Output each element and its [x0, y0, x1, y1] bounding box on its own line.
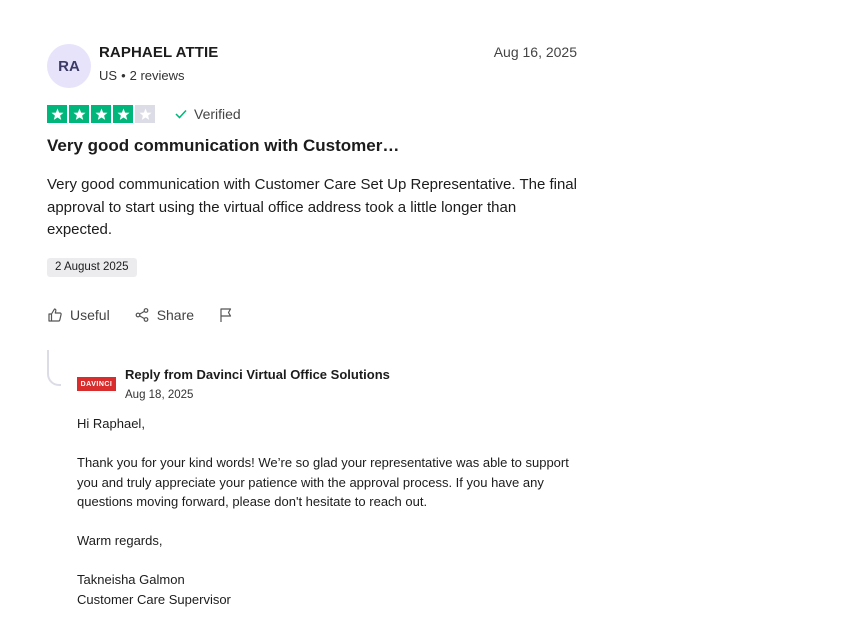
verified-label: Verified [194, 106, 241, 122]
flag-icon [220, 308, 232, 322]
useful-button[interactable]: Useful [47, 307, 110, 323]
review-date: Aug 16, 2025 [493, 44, 577, 60]
reply-connector [47, 350, 61, 386]
signature-name: Takneisha Galmon [77, 572, 185, 587]
reviewer-name[interactable]: RAPHAEL ATTIE [99, 44, 218, 61]
review-body: Very good communication with Customer Ca… [47, 176, 577, 238]
checkmark-icon [175, 109, 187, 119]
review-card: RA RAPHAEL ATTIE US • 2 reviews Aug 16, 20… [47, 42, 577, 323]
star-rating [47, 105, 155, 123]
company-reply: DAVINCI Reply from Davinci Virtual Offic… [47, 350, 577, 627]
company-logo: DAVINCI [77, 377, 116, 391]
review-title[interactable]: Very good communication with Customer… [47, 136, 399, 156]
reviewer-meta: US • 2 reviews [99, 68, 185, 83]
avatar[interactable]: RA [47, 44, 91, 88]
share-button[interactable]: Share [134, 307, 194, 323]
reviewer-country: US [99, 68, 118, 83]
star-icon [69, 105, 89, 123]
reply-closing: Warm regards, [77, 533, 163, 548]
review-actions: Useful Share [47, 307, 265, 323]
reply-paragraph: Thank you for your kind words! We’re so … [77, 455, 569, 509]
reply-greeting: Hi Raphael, [77, 416, 145, 431]
review-header: RA RAPHAEL ATTIE US • 2 reviews Aug 16, 20… [47, 42, 577, 88]
share-label: Share [156, 307, 195, 323]
useful-label: Useful [70, 307, 110, 323]
rating-row: Verified [47, 105, 241, 123]
thumbs-up-icon [48, 308, 62, 322]
reply-from: Reply from Davinci Virtual Office Soluti… [125, 367, 390, 382]
report-button[interactable] [218, 307, 241, 323]
star-icon [91, 105, 111, 123]
reply-body: Hi Raphael, Thank you for your kind word… [77, 414, 577, 609]
star-icon [47, 105, 67, 123]
review-count: 2 reviews [129, 68, 185, 83]
star-icon [113, 105, 133, 123]
meta-separator: • [121, 68, 126, 83]
signature-title: Customer Care Supervisor [77, 591, 231, 607]
experience-date-badge: 2 August 2025 [47, 258, 137, 277]
verified-badge: Verified [175, 106, 241, 122]
share-icon [135, 308, 149, 322]
star-icon [135, 105, 155, 123]
reply-date: Aug 18, 2025 [125, 389, 194, 401]
